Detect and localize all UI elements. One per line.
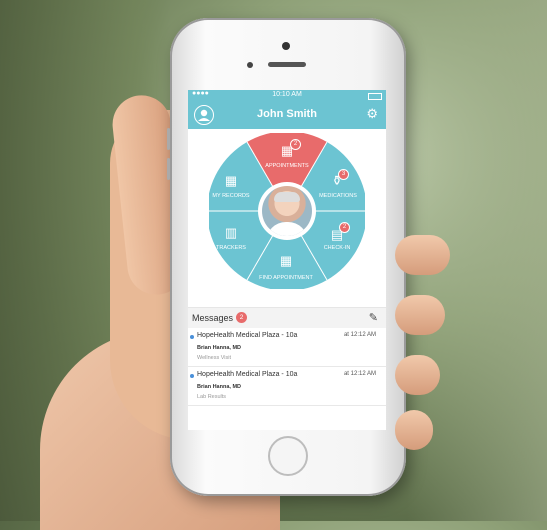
compose-icon[interactable]: ✎ — [369, 311, 378, 324]
unread-dot — [190, 374, 194, 378]
medications-badge: 3 — [338, 169, 349, 180]
earpiece-speaker — [268, 62, 306, 67]
my-records-label: MY RECORDS — [212, 193, 250, 199]
check-in-label: CHECK-IN — [323, 245, 351, 251]
sensor — [247, 62, 253, 68]
message-subject: HopeHealth Medical Plaza - 10a — [197, 371, 298, 378]
message-item[interactable]: HopeHealth Medical Plaza - 10a at 12:12 … — [188, 328, 386, 367]
find-appointment-label: FIND APPOINTMENT — [259, 275, 313, 281]
doctor-photo — [262, 186, 312, 236]
messages-count-badge: 2 — [236, 312, 247, 323]
page-title: John Smith — [257, 108, 317, 120]
unread-dot — [190, 335, 194, 339]
hand-finger — [395, 355, 440, 395]
message-sender: Brian Hanna, MD — [197, 345, 242, 351]
appointments-badge: 2 — [290, 139, 301, 150]
hand-finger — [395, 295, 445, 335]
app-screen: ●●●● 10:10 AM John Smith ⚙ ▦ 2 APPOINTME… — [188, 90, 386, 430]
front-camera — [282, 42, 290, 50]
chart-icon: ▥ — [224, 225, 238, 240]
status-time: 10:10 AM — [272, 91, 302, 98]
messages-header: Messages 2 ✎ — [188, 307, 386, 328]
message-subject: HopeHealth Medical Plaza - 10a — [197, 332, 298, 339]
message-time: at 12:12 AM — [343, 371, 376, 377]
volume-button — [167, 158, 170, 180]
doctor-avatar[interactable] — [258, 182, 316, 240]
check-in-badge: 2 — [339, 222, 350, 233]
doctor-hair — [274, 192, 300, 202]
message-sender: Brian Hanna, MD — [197, 384, 242, 390]
messages-title: Messages — [192, 313, 234, 323]
message-time: at 12:12 AM — [343, 332, 376, 338]
trackers-label: TRACKERS — [216, 245, 246, 251]
hand-finger — [395, 410, 433, 450]
message-description: Wellness Visit — [197, 355, 232, 361]
home-button[interactable] — [268, 436, 308, 476]
message-description: Lab Results — [197, 394, 227, 400]
volume-button — [167, 128, 170, 150]
battery-icon — [368, 93, 382, 100]
appointments-label: APPOINTMENTS — [265, 163, 309, 169]
medications-label: MEDICATIONS — [319, 193, 357, 199]
phone-device: ●●●● 10:10 AM John Smith ⚙ ▦ 2 APPOINTME… — [167, 18, 406, 496]
status-bar: ●●●● 10:10 AM — [188, 90, 386, 101]
hand-finger — [395, 235, 450, 275]
gear-icon[interactable]: ⚙ — [366, 106, 378, 122]
menu-wheel: ▦ 2 APPOINTMENTS ⚱ 3 MEDICATIONS ▤ 2 CHE… — [188, 129, 386, 307]
calendar-search-icon: ▦ — [279, 253, 293, 268]
building-icon: ▦ — [224, 173, 238, 188]
app-header: John Smith ⚙ — [188, 101, 386, 129]
doctor-coat — [266, 222, 308, 236]
message-item[interactable]: HopeHealth Medical Plaza - 10a at 12:12 … — [188, 367, 386, 406]
